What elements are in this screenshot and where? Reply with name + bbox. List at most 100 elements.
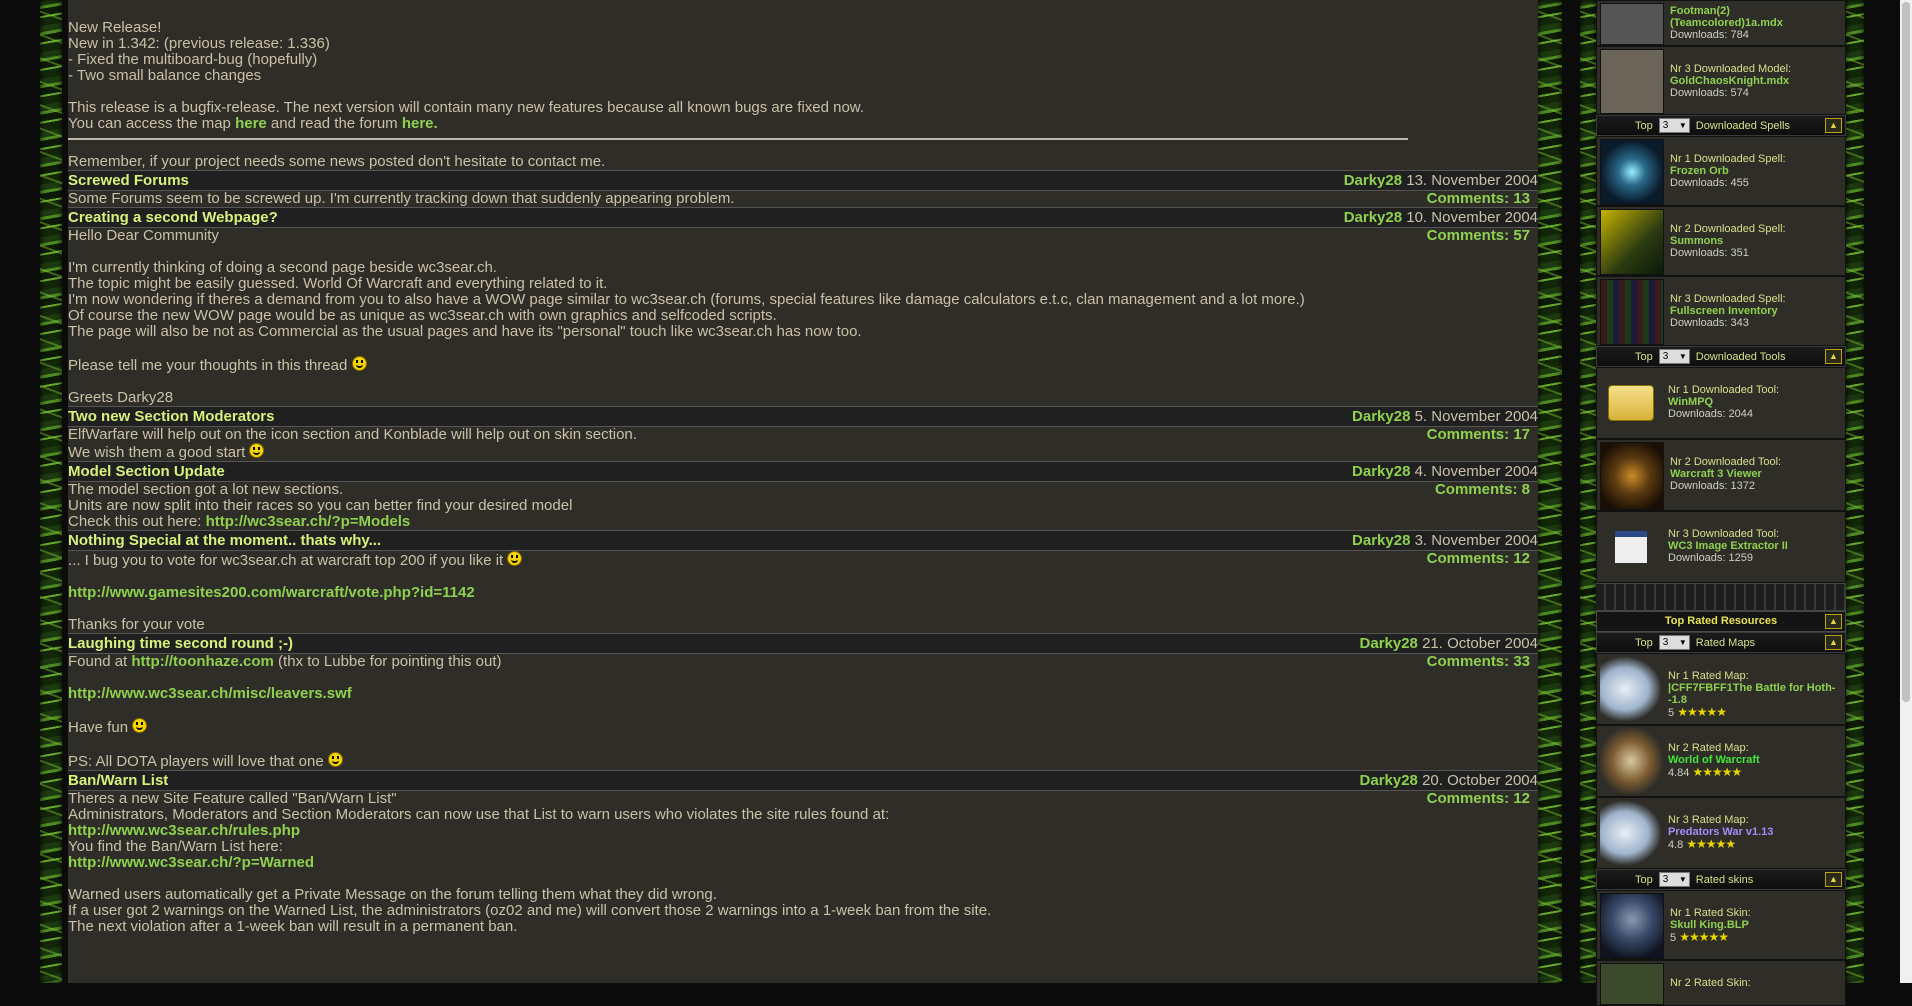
post-line: I'm currently thinking of doing a second… — [68, 259, 497, 276]
rating-stars: ★★★★★ — [1677, 705, 1727, 719]
post-line: Warned users automatically get a Private… — [68, 886, 717, 903]
author-link[interactable]: Darky28 — [1352, 532, 1410, 549]
top-count-select[interactable]: 3 — [1658, 118, 1690, 133]
news-line: - Two small balance changes — [68, 67, 262, 84]
post-date: 10. November 2004 — [1406, 208, 1538, 226]
collapse-up-icon[interactable]: ▲ — [1825, 872, 1842, 887]
resource-link[interactable]: GoldChaosKnight.mdx — [1670, 75, 1789, 87]
post-line: Hello Dear Community — [68, 227, 219, 244]
toonhaze-link[interactable]: http://toonhaze.com — [131, 653, 274, 670]
post-line: Greets Darky28 — [68, 389, 174, 406]
smiley-icon — [249, 443, 265, 458]
post-line: Of course the new WOW page would be as u… — [68, 307, 777, 324]
author-link[interactable]: Darky28 — [1352, 463, 1410, 480]
news-line: This release is a bugfix-release. The ne… — [68, 99, 864, 116]
resource-item[interactable]: Nr 1 Downloaded Tool: WinMPQ Downloads: 20… — [1596, 367, 1846, 439]
post-header: Model Section Update Darky28 4. November … — [68, 461, 1538, 482]
resource-item[interactable]: Nr 2 Rated Map: World of Warcraft 4.84 ★★★… — [1596, 725, 1846, 797]
resource-link[interactable]: |CFF7FBFF1The Battle for Hoth- — [1668, 682, 1835, 694]
right-vine-outer — [1846, 0, 1864, 983]
vote-link[interactable]: http://www.gamesites200.com/warcraft/vot… — [68, 584, 475, 601]
model-thumbnail — [1600, 3, 1664, 45]
post-date: 3. November 2004 — [1414, 531, 1538, 549]
comments-link[interactable]: Comments: 12 — [1427, 791, 1538, 935]
rules-link[interactable]: http://www.wc3sear.ch/rules.php — [68, 822, 300, 839]
comments-link[interactable]: Comments: 8 — [1435, 482, 1538, 530]
resource-item[interactable]: Nr 3 Downloaded Tool: WC3 Image Extractor… — [1596, 511, 1846, 583]
post-line: Have fun — [68, 718, 502, 736]
resource-item[interactable]: Nr 3 Rated Map: Predators War v1.13 4.8 ★★… — [1596, 797, 1846, 869]
folder-icon — [1600, 370, 1662, 436]
warned-link[interactable]: http://www.wc3sear.ch/?p=Warned — [68, 854, 314, 871]
resource-item[interactable]: Nr 3 Downloaded Model: GoldChaosKnight.md… — [1596, 46, 1846, 115]
author-link[interactable]: Darky28 — [1344, 172, 1402, 189]
comments-link[interactable]: Comments: 33 — [1427, 654, 1538, 770]
author-link[interactable]: Darky28 — [1360, 635, 1418, 652]
book-map-icon — [1600, 728, 1662, 794]
author-link[interactable]: Darky28 — [1344, 209, 1402, 226]
left-vine — [40, 0, 62, 983]
comments-link[interactable]: Comments: 57 — [1427, 228, 1538, 406]
resource-item[interactable]: Footman(2)(Teamcolored)1a.mdx Downloads: … — [1596, 0, 1846, 46]
collapse-up-icon[interactable]: ▲ — [1825, 635, 1842, 650]
wink-icon — [132, 718, 148, 733]
collapse-up-icon[interactable]: ▲ — [1825, 349, 1842, 364]
resource-item[interactable]: Nr 2 Rated Skin: — [1596, 960, 1846, 1006]
skin-thumbnail — [1600, 893, 1664, 959]
resource-item[interactable]: Nr 2 Downloaded Spell: Summons Downloads: … — [1596, 206, 1846, 276]
post-line: ... I bug you to vote for wc3sear.ch at … — [68, 551, 523, 569]
top-count-select[interactable]: 3 — [1658, 872, 1690, 887]
tools-top-bar: Top3Downloaded Tools▲ — [1596, 346, 1846, 367]
leavers-link[interactable]: http://www.wc3sear.ch/misc/leavers.swf — [68, 685, 352, 702]
page-scrollbar[interactable] — [1900, 0, 1912, 983]
post-line: Units are now split into their races so … — [68, 497, 573, 514]
skin-thumbnail — [1600, 963, 1664, 1005]
news-line: Remember, if your project needs some new… — [68, 153, 606, 170]
spell-thumbnail — [1600, 209, 1664, 275]
model-thumbnail — [1600, 49, 1664, 114]
top-count-select[interactable]: 3 — [1658, 635, 1690, 650]
comments-link[interactable]: Comments: 17 — [1427, 427, 1538, 461]
scrollbar-thumb[interactable] — [1902, 2, 1910, 702]
author-link[interactable]: Darky28 — [1360, 772, 1418, 789]
models-link[interactable]: http://wc3sear.ch/?p=Models — [206, 513, 411, 530]
comments-link[interactable]: Comments: 12 — [1427, 551, 1538, 633]
resource-item[interactable]: Nr 1 Rated Map: |CFF7FBFF1The Battle for … — [1596, 653, 1846, 725]
resource-item[interactable]: Nr 2 Downloaded Tool: Warcraft 3 Viewer Do… — [1596, 439, 1846, 511]
resource-item[interactable]: Nr 1 Rated Skin: Skull King.BLP 5 ★★★★★ — [1596, 890, 1846, 960]
collapse-up-icon[interactable]: ▲ — [1825, 614, 1842, 629]
resource-item[interactable]: Nr 3 Downloaded Spell: Fullscreen Invento… — [1596, 276, 1846, 346]
smiley-icon — [507, 551, 523, 566]
post-line: Theres a new Site Feature called "Ban/Wa… — [68, 790, 397, 807]
forum-link[interactable]: here. — [402, 115, 438, 132]
divider — [68, 138, 1408, 140]
resource-link[interactable]: Fullscreen Inventory — [1670, 305, 1778, 317]
post-line: You find the Ban/Warn List here: — [68, 838, 283, 855]
post-title: Model Section Update — [68, 462, 225, 480]
resource-link[interactable]: WinMPQ — [1668, 396, 1713, 408]
maps-top-bar: Top3Rated Maps▲ — [1596, 632, 1846, 653]
top-count-select[interactable]: 3 — [1658, 349, 1690, 364]
resource-link[interactable]: WC3 Image Extractor II — [1668, 540, 1788, 552]
wink-icon — [327, 752, 343, 767]
post-line: Please tell me your thoughts in this thr… — [68, 356, 1305, 374]
comments-link[interactable]: Comments: 13 — [1427, 191, 1538, 207]
resource-link[interactable]: Frozen Orb — [1670, 165, 1729, 177]
collapse-up-icon[interactable]: ▲ — [1825, 118, 1842, 133]
news-line: New Release! — [68, 19, 162, 36]
center-vine — [1538, 0, 1562, 983]
post-header: Creating a second Webpage? Darky28 10. No… — [68, 207, 1538, 228]
news-line: You can access the map here and read the… — [68, 115, 438, 132]
post-line: The topic might be easily guessed. World… — [68, 275, 608, 292]
left-border — [0, 0, 68, 983]
window-icon — [1600, 514, 1662, 580]
resource-item[interactable]: Nr 1 Downloaded Spell: Frozen Orb Download… — [1596, 136, 1846, 206]
resource-link[interactable]: Warcraft 3 Viewer — [1670, 468, 1762, 480]
author-link[interactable]: Darky28 — [1352, 408, 1410, 425]
map-link[interactable]: here — [235, 115, 267, 132]
spells-top-bar: Top3Downloaded Spells▲ — [1596, 115, 1846, 136]
post-title: Nothing Special at the moment.. thats wh… — [68, 531, 382, 549]
post-line: If a user got 2 warnings on the Warned L… — [68, 902, 992, 919]
skins-top-bar: Top3Rated skins▲ — [1596, 869, 1846, 890]
resource-link[interactable]: Summons — [1670, 235, 1723, 247]
